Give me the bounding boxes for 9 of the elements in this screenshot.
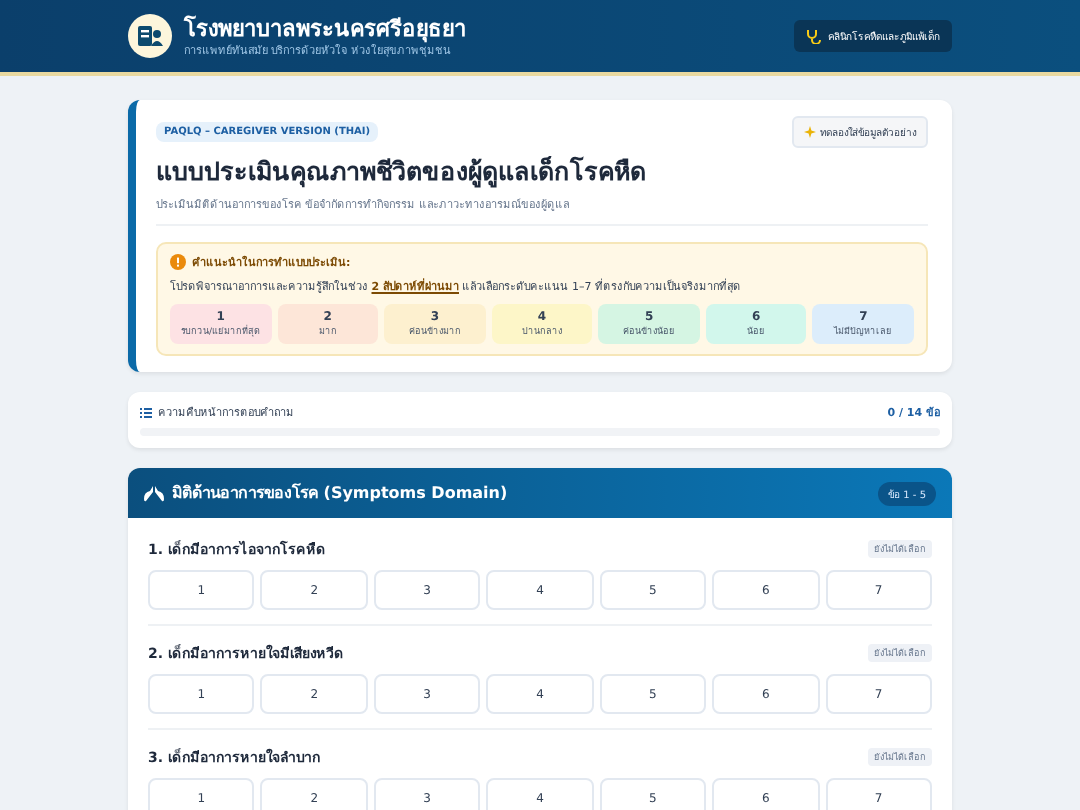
sparkle-icon	[804, 126, 816, 138]
form-title: แบบประเมินคุณภาพชีวิตของผู้ดูแลเด็กโรคหืด	[156, 154, 648, 192]
hospital-logo-icon	[128, 14, 172, 58]
info-icon	[170, 254, 186, 270]
lungs-icon	[144, 485, 164, 501]
list-icon	[140, 407, 152, 417]
stethoscope-icon	[806, 28, 822, 44]
hospital-name: โรงพยาบาลพระนครศรีอยุธยา	[184, 15, 466, 41]
section-title: มิติด้านอาการของโรค (Symptoms Domain)	[144, 480, 508, 506]
